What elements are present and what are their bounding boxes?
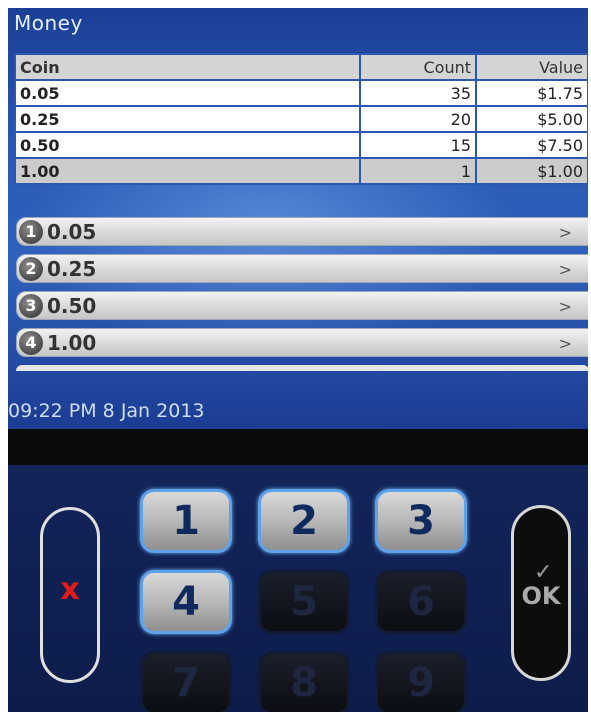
datetime-label: 09:22 PM 8 Jan 2013 (8, 400, 205, 422)
coin-cell: 0.50 (14, 131, 361, 159)
menu-item-coin-3[interactable]: 3 0.50 > (16, 291, 588, 320)
menu-item-label: 0.50 (47, 293, 97, 318)
menu-item-coin-2[interactable]: 2 0.25 > (16, 254, 588, 283)
count-cell: 35 (359, 79, 477, 107)
value-cell: $1.00 (475, 157, 588, 185)
chevron-right-icon: > (558, 334, 572, 353)
menu-item-label: 1.00 (47, 330, 97, 355)
key-9: 9 (375, 651, 467, 712)
key-1[interactable]: 1 (140, 489, 232, 553)
menu-item-coin-4[interactable]: 4 1.00 > (16, 328, 588, 357)
menu-item-label: 0.05 (47, 219, 97, 244)
coin-column-header: Coin (14, 53, 361, 81)
table-row[interactable]: 0.05 35 $1.75 (14, 79, 588, 107)
coin-table: Coin Count Value 0.05 35 $1.75 0.25 20 $… (14, 53, 588, 185)
key-6: 6 (375, 570, 467, 634)
x-icon: x (60, 572, 80, 607)
ok-label: OK (521, 582, 561, 610)
coin-cell: 0.05 (14, 79, 361, 107)
count-cell: 1 (359, 157, 477, 185)
chevron-right-icon: > (558, 260, 572, 279)
menu-item-partial[interactable] (16, 365, 588, 371)
value-column-header: Value (475, 53, 588, 81)
display-panel: Money Coin Count Value 0.05 35 $1.75 0.2… (8, 8, 588, 429)
menu-item-coin-1[interactable]: 1 0.05 > (16, 217, 588, 246)
cancel-button[interactable]: x (40, 507, 100, 683)
key-4[interactable]: 4 (140, 570, 232, 634)
device-screen: Money Coin Count Value 0.05 35 $1.75 0.2… (8, 8, 588, 712)
count-cell: 15 (359, 131, 477, 159)
coin-cell: 1.00 (14, 157, 361, 185)
key-5: 5 (258, 570, 350, 634)
chevron-right-icon: > (558, 297, 572, 316)
count-cell: 20 (359, 105, 477, 133)
number-badge: 1 (19, 219, 43, 244)
table-row-selected[interactable]: 1.00 1 $1.00 (14, 157, 588, 185)
keypad-panel: x 1 2 3 4 5 6 7 8 9 ✓ OK (8, 465, 588, 712)
key-2[interactable]: 2 (258, 489, 350, 553)
coin-cell: 0.25 (14, 105, 361, 133)
number-badge: 3 (19, 293, 43, 318)
ok-button[interactable]: ✓ OK (511, 505, 571, 681)
table-header: Coin Count Value (14, 53, 588, 81)
key-8: 8 (258, 651, 350, 712)
chevron-right-icon: > (558, 223, 572, 242)
screen-title: Money (14, 11, 83, 35)
table-row[interactable]: 0.25 20 $5.00 (14, 105, 588, 133)
number-badge: 4 (19, 330, 43, 355)
key-3[interactable]: 3 (375, 489, 467, 553)
key-7: 7 (140, 651, 232, 712)
count-column-header: Count (359, 53, 477, 81)
number-badge: 2 (19, 256, 43, 281)
divider-band (8, 429, 588, 465)
table-row[interactable]: 0.50 15 $7.50 (14, 131, 588, 159)
value-cell: $5.00 (475, 105, 588, 133)
menu-item-label: 0.25 (47, 256, 97, 281)
value-cell: $1.75 (475, 79, 588, 107)
value-cell: $7.50 (475, 131, 588, 159)
